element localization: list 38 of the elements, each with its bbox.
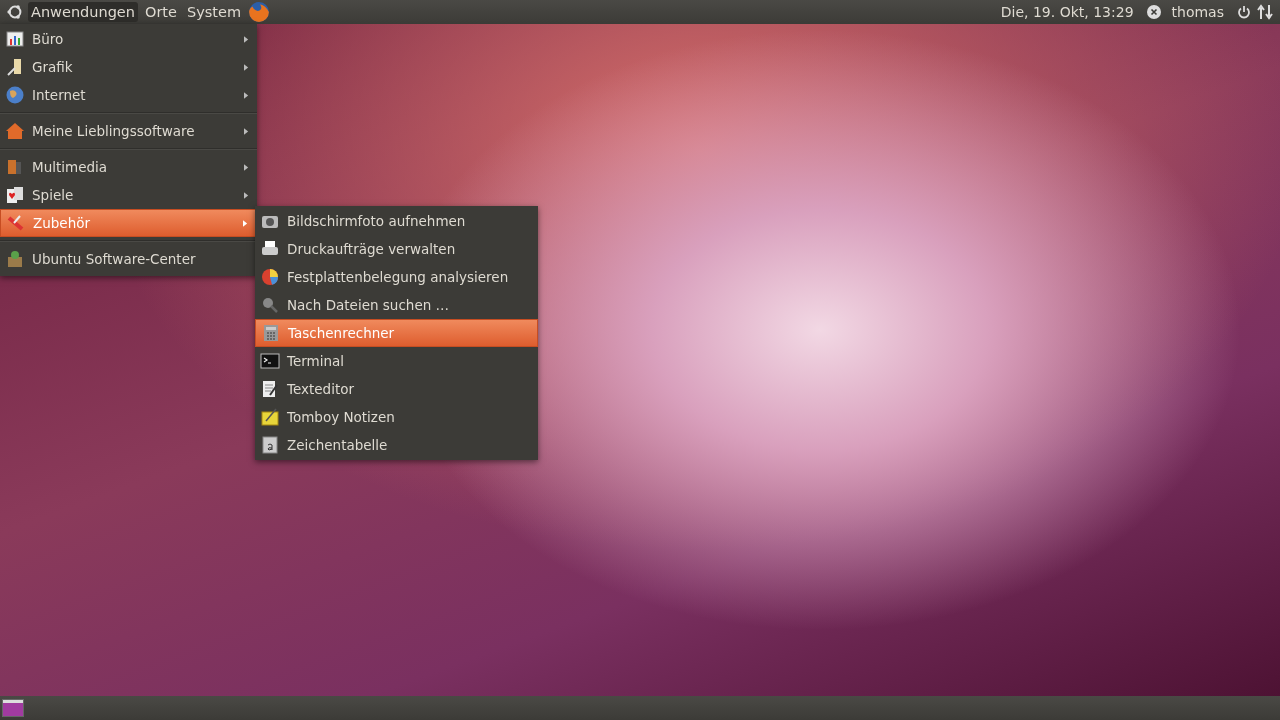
show-desktop-icon[interactable] [2,699,24,717]
menu-item[interactable]: Büro [0,25,257,53]
network-arrows-icon[interactable] [1256,3,1274,21]
clock[interactable]: Die, 19. Okt, 13:29 [1000,4,1134,20]
character-icon [260,435,280,455]
menu-item[interactable]: Multimedia [0,153,257,181]
menu-item[interactable]: Ubuntu Software-Center [0,245,257,273]
menu-item[interactable]: Festplattenbelegung analysieren [255,263,538,291]
terminal-icon [260,351,280,371]
globe-icon [5,85,25,105]
menu-item[interactable]: Grafik [0,53,257,81]
calculator-icon [261,323,281,343]
menu-item[interactable]: Spiele [0,181,257,209]
menu-item[interactable]: Texteditor [255,375,538,403]
menu-item[interactable]: Zeichentabelle [255,431,538,459]
note-icon [260,407,280,427]
menu-item[interactable]: Druckaufträge verwalten [255,235,538,263]
cards-icon [5,185,25,205]
panel-menu[interactable]: System [183,2,245,22]
panel-menu[interactable]: Orte [142,2,180,22]
panel-menu[interactable]: Anwendungen [28,2,138,22]
menu-item[interactable]: Tomboy Notizen [255,403,538,431]
tools-icon [6,213,26,233]
menu-item[interactable]: Bildschirmfoto aufnehmen [255,207,538,235]
menu-item[interactable]: Internet [0,81,257,109]
search-icon [260,295,280,315]
chart-icon [5,29,25,49]
menu-item[interactable]: Terminal [255,347,538,375]
house-icon [5,121,25,141]
pie-chart-icon [260,267,280,287]
user-name[interactable]: thomas [1171,4,1224,20]
menu-item[interactable]: Nach Dateien suchen … [255,291,538,319]
menu-item[interactable]: Meine Lieblingssoftware [0,117,257,145]
ubuntu-logo-icon[interactable] [6,3,24,21]
document-pen-icon [260,379,280,399]
power-icon[interactable] [1236,4,1252,20]
chat-status-icon[interactable] [1145,4,1162,20]
browser-globe-icon[interactable] [248,1,271,23]
